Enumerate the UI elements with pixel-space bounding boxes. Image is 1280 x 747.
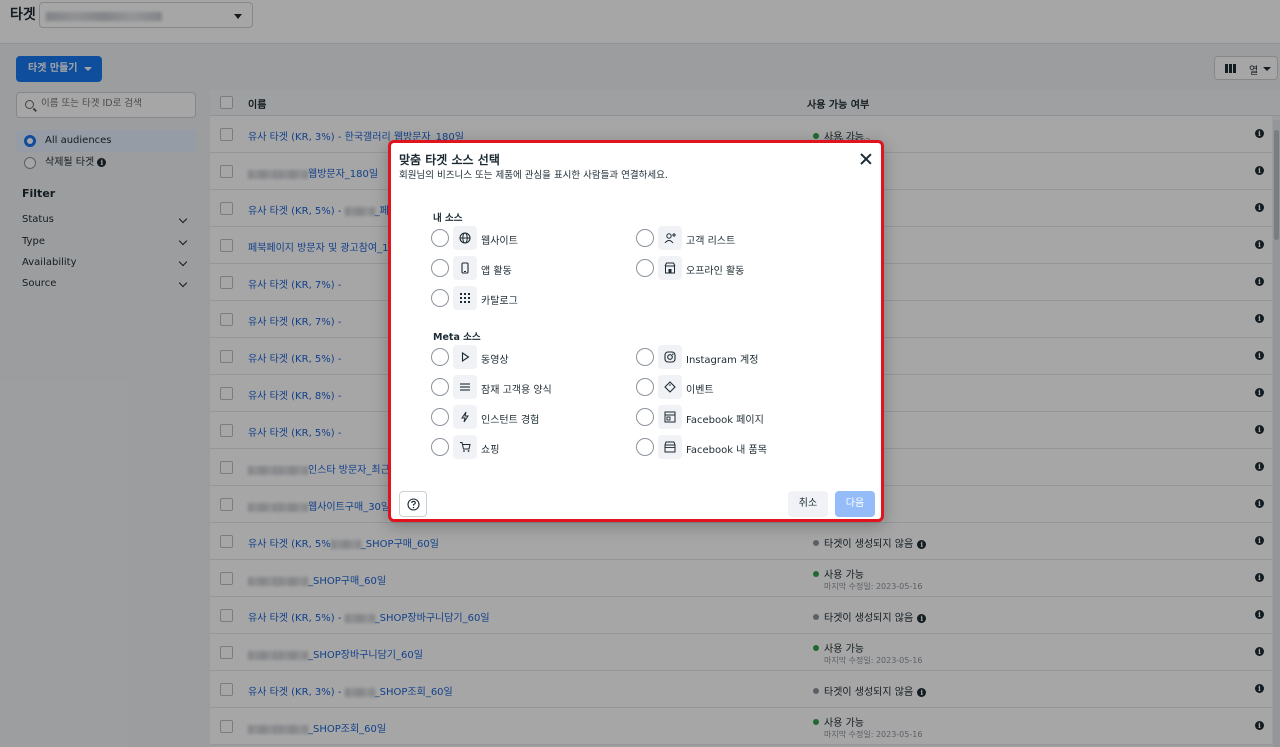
radio-button[interactable] — [636, 229, 654, 247]
question-icon — [406, 497, 420, 511]
source-option-label: 쇼핑 — [481, 445, 500, 456]
cart-icon — [453, 435, 477, 459]
source-option-label: 인스턴트 경험 — [481, 415, 540, 426]
catalog-icon — [453, 286, 477, 310]
page-icon — [658, 405, 682, 429]
source-option-label: 이벤트 — [686, 385, 714, 396]
meta-sources-title: Meta 소스 — [433, 332, 481, 343]
radio-button[interactable] — [636, 408, 654, 426]
source-option-label: 오프라인 활동 — [686, 266, 745, 277]
radio-button[interactable] — [636, 438, 654, 456]
close-icon[interactable] — [859, 152, 873, 166]
radio-button[interactable] — [431, 289, 449, 307]
next-button[interactable]: 다음 — [835, 491, 875, 517]
globe-icon — [453, 226, 477, 250]
source-select-dialog: 맞춤 타겟 소스 선택 회원님의 비즈니스 또는 제품에 관심을 표시한 사람들… — [388, 140, 884, 522]
dialog-title: 맞춤 타겟 소스 선택 — [399, 153, 500, 167]
radio-button[interactable] — [431, 378, 449, 396]
source-option-label: 카탈로그 — [481, 296, 518, 307]
dialog-subtitle: 회원님의 비즈니스 또는 제품에 관심을 표시한 사람들과 연결하세요. — [399, 170, 668, 181]
source-option-label: 앱 활동 — [481, 266, 512, 277]
source-option-label: 동영상 — [481, 355, 509, 366]
radio-button[interactable] — [636, 259, 654, 277]
radio-button[interactable] — [431, 259, 449, 277]
instagram-icon — [658, 345, 682, 369]
radio-button[interactable] — [431, 348, 449, 366]
source-option-label: 웹사이트 — [481, 236, 518, 247]
help-button[interactable] — [399, 491, 427, 517]
radio-button[interactable] — [636, 378, 654, 396]
store-icon — [658, 256, 682, 280]
radio-button[interactable] — [431, 229, 449, 247]
source-option-label: Facebook 내 품목 — [686, 445, 767, 456]
radio-button[interactable] — [431, 438, 449, 456]
dialog-footer: 취소 다음 — [391, 479, 881, 519]
play-icon — [453, 345, 477, 369]
cancel-button[interactable]: 취소 — [788, 491, 828, 517]
my-sources-title: 내 소스 — [433, 213, 463, 224]
source-option-label: 잠재 고객용 양식 — [481, 385, 552, 396]
ticket-icon — [658, 375, 682, 399]
source-option-label: Instagram 계정 — [686, 355, 759, 366]
radio-button[interactable] — [636, 348, 654, 366]
bolt-icon — [453, 405, 477, 429]
phone-icon — [453, 256, 477, 280]
source-option-label: 고객 리스트 — [686, 236, 736, 247]
people-icon — [658, 226, 682, 250]
radio-button[interactable] — [431, 408, 449, 426]
form-icon — [453, 375, 477, 399]
shop-icon — [658, 435, 682, 459]
source-option-label: Facebook 페이지 — [686, 415, 764, 426]
